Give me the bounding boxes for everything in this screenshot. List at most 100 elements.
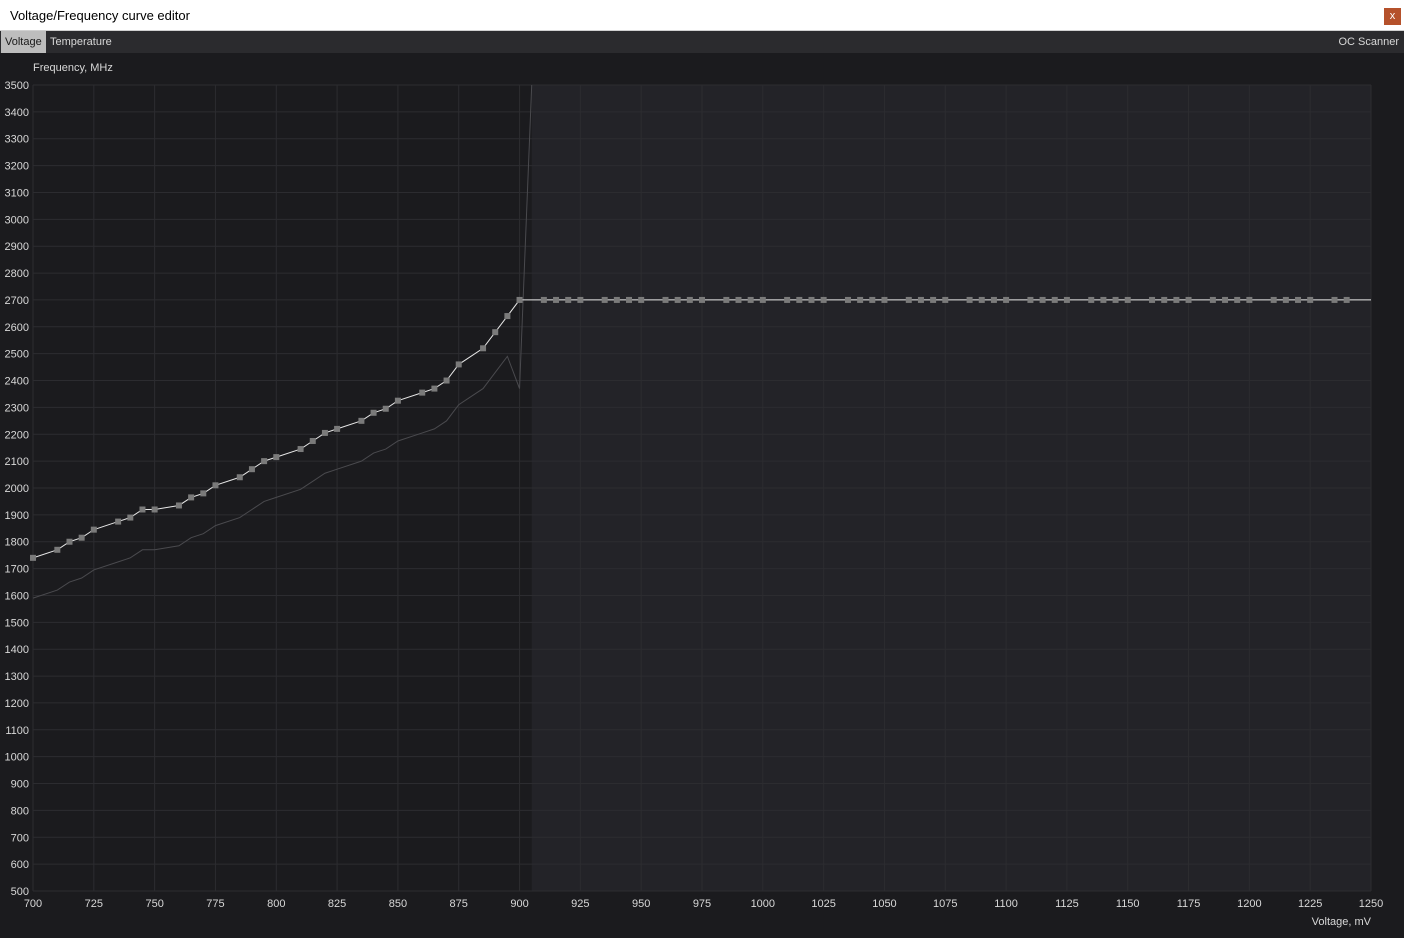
vf-curve-chart[interactable]: 500 600 700 800 900 1000 1100 1200 1300 1400 1500 1… [0, 53, 1404, 933]
curve-point[interactable] [115, 518, 122, 525]
tab-temperature[interactable]: Temperature [46, 31, 116, 53]
curve-point[interactable] [1270, 296, 1277, 303]
curve-point[interactable] [1234, 296, 1241, 303]
curve-point[interactable] [309, 437, 316, 444]
curve-point[interactable] [200, 490, 207, 497]
close-button[interactable]: x [1384, 8, 1401, 25]
curve-point[interactable] [1051, 296, 1058, 303]
curve-point[interactable] [212, 482, 219, 489]
curve-point[interactable] [1282, 296, 1289, 303]
y-tick-label: 3500 [5, 80, 29, 92]
curve-point[interactable] [638, 296, 645, 303]
curve-point[interactable] [978, 296, 985, 303]
curve-point[interactable] [990, 296, 997, 303]
curve-point[interactable] [443, 377, 450, 384]
curve-point[interactable] [297, 446, 304, 453]
curve-point[interactable] [1173, 296, 1180, 303]
curve-point[interactable] [127, 514, 134, 521]
curve-point[interactable] [1100, 296, 1107, 303]
curve-point[interactable] [1112, 296, 1119, 303]
curve-point[interactable] [1246, 296, 1253, 303]
curve-point[interactable] [248, 466, 255, 473]
curve-point[interactable] [601, 296, 608, 303]
curve-point[interactable] [626, 296, 633, 303]
x-tick-label: 1025 [811, 898, 835, 910]
curve-point[interactable] [382, 405, 389, 412]
curve-point[interactable] [699, 296, 705, 303]
curve-point[interactable] [857, 296, 864, 303]
tab-bar: Voltage Temperature OC Scanner [0, 31, 1404, 53]
tab-voltage[interactable]: Voltage [1, 31, 46, 53]
curve-point[interactable] [1149, 296, 1156, 303]
curve-point[interactable] [747, 296, 754, 303]
curve-point[interactable] [358, 417, 365, 424]
curve-point[interactable] [735, 296, 742, 303]
curve-point[interactable] [480, 345, 487, 352]
x-tick-label: 1250 [1359, 898, 1383, 910]
curve-point[interactable] [1039, 296, 1046, 303]
curve-point[interactable] [90, 526, 97, 533]
curve-point[interactable] [1003, 296, 1010, 303]
curve-point[interactable] [784, 296, 791, 303]
curve-point[interactable] [78, 534, 85, 541]
curve-point[interactable] [30, 554, 36, 561]
curve-point[interactable] [1343, 296, 1350, 303]
curve-point[interactable] [577, 296, 584, 303]
curve-point[interactable] [516, 296, 523, 303]
curve-point[interactable] [261, 458, 268, 465]
curve-point[interactable] [175, 502, 182, 509]
curve-point[interactable] [759, 296, 766, 303]
curve-point[interactable] [394, 397, 401, 404]
curve-point[interactable] [1124, 296, 1131, 303]
curve-point[interactable] [370, 409, 377, 416]
curve-point[interactable] [54, 546, 61, 553]
curve-point[interactable] [66, 538, 73, 545]
curve-point[interactable] [674, 296, 681, 303]
curve-point[interactable] [1185, 296, 1192, 303]
curve-point[interactable] [1027, 296, 1034, 303]
curve-point[interactable] [455, 361, 462, 368]
curve-point[interactable] [139, 506, 146, 513]
curve-point[interactable] [1295, 296, 1302, 303]
curve-point[interactable] [1222, 296, 1229, 303]
curve-point[interactable] [808, 296, 815, 303]
curve-point[interactable] [942, 296, 949, 303]
curve-point[interactable] [796, 296, 803, 303]
curve-point[interactable] [504, 313, 511, 320]
vf-curve-svg[interactable]: 500 600 700 800 900 1000 1100 1200 1300 1400 1500 1… [0, 53, 1404, 933]
curve-point[interactable] [419, 389, 426, 396]
curve-point[interactable] [492, 329, 499, 336]
curve-point[interactable] [613, 296, 620, 303]
curve-point[interactable] [565, 296, 572, 303]
curve-point[interactable] [723, 296, 730, 303]
curve-point[interactable] [1161, 296, 1168, 303]
curve-point[interactable] [917, 296, 924, 303]
curve-point[interactable] [881, 296, 888, 303]
curve-point[interactable] [1088, 296, 1095, 303]
curve-point[interactable] [1331, 296, 1338, 303]
y-tick-label: 3000 [5, 214, 29, 226]
curve-point[interactable] [1063, 296, 1070, 303]
curve-point[interactable] [662, 296, 669, 303]
curve-point[interactable] [553, 296, 560, 303]
curve-point[interactable] [236, 474, 243, 481]
curve-point[interactable] [151, 506, 158, 513]
curve-point[interactable] [1307, 296, 1314, 303]
curve-point[interactable] [431, 385, 438, 392]
curve-point[interactable] [188, 494, 195, 501]
curve-point[interactable] [820, 296, 827, 303]
curve-point[interactable] [930, 296, 937, 303]
curve-point[interactable] [540, 296, 547, 303]
curve-point[interactable] [334, 425, 341, 432]
y-tick-label: 2400 [5, 376, 29, 388]
curve-point[interactable] [273, 454, 280, 461]
oc-scanner-button[interactable]: OC Scanner [1338, 31, 1399, 53]
curve-point[interactable] [686, 296, 693, 303]
curve-point[interactable] [844, 296, 851, 303]
curve-point[interactable] [321, 429, 328, 436]
curve-point[interactable] [1209, 296, 1216, 303]
curve-point[interactable] [905, 296, 912, 303]
curve-point[interactable] [966, 296, 973, 303]
x-tick-label: 1225 [1298, 898, 1322, 910]
curve-point[interactable] [869, 296, 876, 303]
